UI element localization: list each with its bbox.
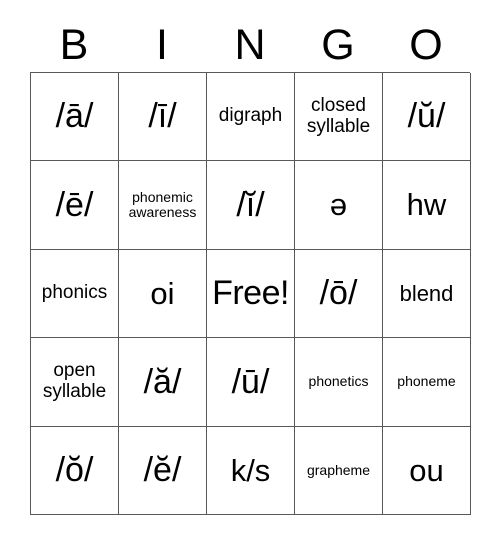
bingo-cell-label: /ē/ [55, 185, 94, 224]
bingo-cell-label: oi [150, 275, 175, 311]
bingo-header-letter-n: N [234, 21, 266, 69]
bingo-cell-label: /ĕ/ [143, 450, 182, 489]
bingo-cell-label: phoneme [397, 373, 456, 390]
bingo-cell-label: /ă/ [143, 362, 182, 401]
bingo-cell-label: /ā/ [55, 97, 94, 136]
bingo-cell-label: phonics [41, 282, 108, 304]
bingo-cell-o3[interactable]: blend [383, 249, 471, 339]
bingo-cell-label: /ū/ [231, 362, 270, 401]
bingo-row-1: /ā/ /ī/ digraph closed syllable /ŭ/ [31, 73, 471, 162]
bingo-cell-label: ə [329, 187, 348, 223]
bingo-cell-label: blend [399, 280, 454, 306]
bingo-row-3: phonics oi Free! /ō/ blend [31, 249, 471, 339]
bingo-cell-b4[interactable]: open syllable [31, 338, 119, 427]
bingo-cell-g5[interactable]: grapheme [295, 426, 383, 516]
bingo-cell-o2[interactable]: hw [383, 161, 471, 250]
bingo-cell-i2[interactable]: phonemic awareness [119, 161, 207, 250]
bingo-cell-label: closed syllable [306, 95, 371, 137]
bingo-grid: /ā/ /ī/ digraph closed syllable /ŭ/ /ē/ … [30, 72, 471, 516]
bingo-cell-label: /ī/ [148, 97, 177, 136]
bingo-cell-label: /ō/ [319, 274, 358, 313]
bingo-cell-n2[interactable]: /ĭ/ [207, 161, 295, 250]
bingo-cell-label: grapheme [306, 461, 371, 478]
bingo-cell-label: open syllable [42, 360, 107, 402]
bingo-cell-o1[interactable]: /ŭ/ [383, 73, 471, 162]
bingo-header-letter-o: O [409, 21, 443, 69]
bingo-header-letter-b: B [59, 21, 89, 69]
bingo-free-space-label: Free! [212, 274, 289, 313]
bingo-header-row: B I N G O [30, 18, 470, 72]
bingo-cell-label: digraph [218, 105, 283, 127]
bingo-cell-i4[interactable]: /ă/ [119, 338, 207, 427]
bingo-cell-i3[interactable]: oi [119, 249, 207, 339]
bingo-cell-n4[interactable]: /ū/ [207, 338, 295, 427]
bingo-cell-label: /ŏ/ [55, 450, 94, 489]
bingo-cell-b2[interactable]: /ē/ [31, 161, 119, 250]
bingo-cell-g3[interactable]: /ō/ [295, 249, 383, 339]
bingo-cell-label: hw [406, 187, 447, 223]
bingo-cell-g4[interactable]: phonetics [295, 338, 383, 427]
bingo-cell-label: /ŭ/ [407, 97, 446, 136]
bingo-cell-n1[interactable]: digraph [207, 73, 295, 162]
bingo-row-2: /ē/ phonemic awareness /ĭ/ ə hw [31, 161, 471, 250]
bingo-cell-label: ou [409, 452, 444, 488]
bingo-cell-label: phonemic awareness [128, 189, 197, 221]
bingo-cell-o5[interactable]: ou [383, 426, 471, 516]
bingo-cell-b5[interactable]: /ŏ/ [31, 426, 119, 516]
bingo-row-4: open syllable /ă/ /ū/ phonetics phoneme [31, 338, 471, 427]
bingo-cell-free-space[interactable]: Free! [207, 249, 295, 339]
bingo-cell-g1[interactable]: closed syllable [295, 73, 383, 162]
bingo-cell-o4[interactable]: phoneme [383, 338, 471, 427]
bingo-row-5: /ŏ/ /ĕ/ k/s grapheme ou [31, 426, 471, 516]
bingo-cell-label: /ĭ/ [236, 185, 265, 224]
bingo-cell-label: k/s [230, 452, 271, 488]
bingo-cell-b1[interactable]: /ā/ [31, 73, 119, 162]
bingo-header-letter-g: G [321, 21, 355, 69]
bingo-cell-g2[interactable]: ə [295, 161, 383, 250]
bingo-header-letter-i: I [156, 21, 168, 69]
bingo-cell-i1[interactable]: /ī/ [119, 73, 207, 162]
bingo-cell-i5[interactable]: /ĕ/ [119, 426, 207, 516]
bingo-cell-b3[interactable]: phonics [31, 249, 119, 339]
bingo-cell-n5[interactable]: k/s [207, 426, 295, 516]
bingo-card: B I N G O /ā/ /ī/ digraph closed syllabl… [0, 0, 500, 544]
bingo-cell-label: phonetics [308, 373, 369, 390]
